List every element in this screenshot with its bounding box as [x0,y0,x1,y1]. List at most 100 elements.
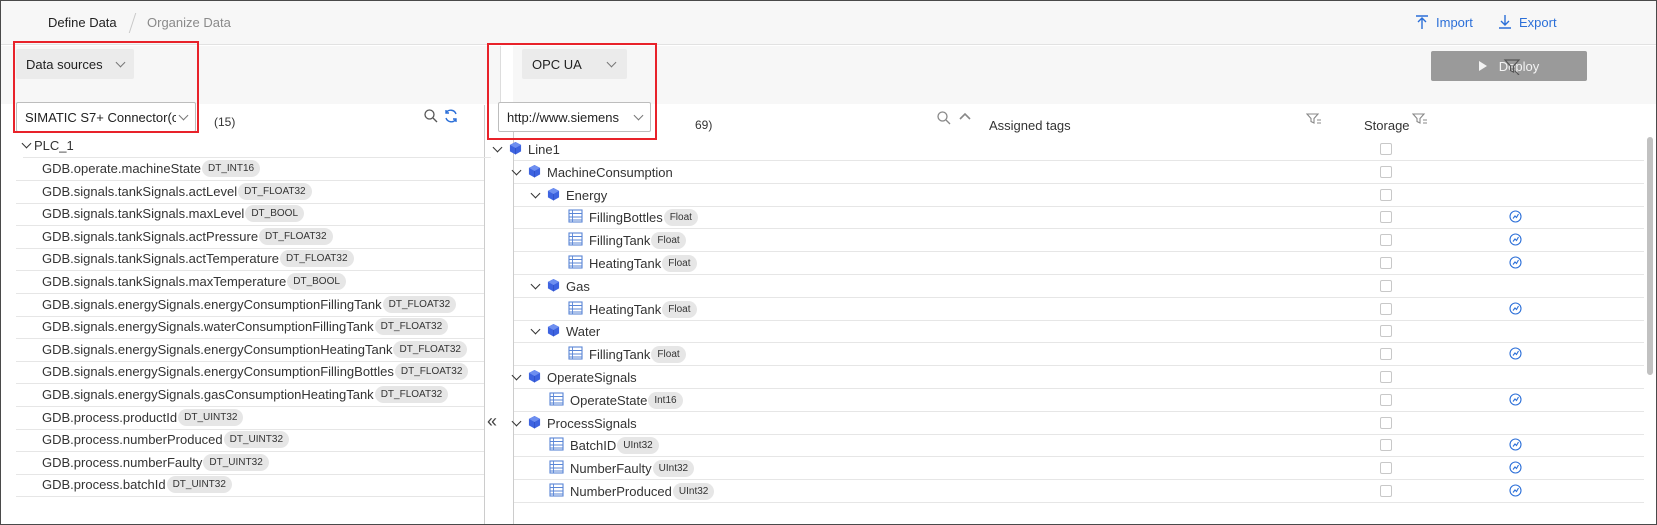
export-button[interactable]: Export [1497,14,1557,30]
import-button[interactable]: Import [1414,14,1473,30]
storage-checkbox[interactable] [1380,416,1392,429]
storage-status-icon[interactable] [1509,302,1522,315]
tree-node-tag[interactable]: FillingBottles Float [514,205,1644,230]
data-type-badge: DT_UINT32 [203,453,269,471]
tree-node-tag[interactable]: NumberProduced UInt32 [514,479,1644,503]
storage-checkbox[interactable] [1380,462,1392,475]
storage-checkbox[interactable] [1380,257,1392,269]
collapse-panel-icon[interactable]: « [487,411,497,432]
data-type-badge: DT_UINT32 [166,476,232,494]
storage-status-icon[interactable] [1509,438,1522,451]
top-navigation: Define Data Organize Data Import Export [1,1,1656,45]
tag-name: GDB.process.batchId [42,477,166,493]
storage-checkbox[interactable] [1380,302,1392,315]
storage-status-icon[interactable] [1509,484,1522,497]
list-item[interactable]: GDB.signals.energySignals.energyConsumpt… [16,360,484,385]
object-icon [547,323,566,340]
list-item[interactable]: GDB.process.batchId DT_UINT32 [16,473,484,498]
tag-name: GDB.signals.energySignals.waterConsumpti… [42,319,374,335]
refresh-icon[interactable] [443,108,459,124]
tag-name: GDB.signals.tankSignals.maxLevel [42,206,245,222]
storage-status-icon[interactable] [1509,233,1522,246]
tree-node-object[interactable]: OperateSignals [511,365,1644,389]
list-item[interactable]: GDB.operate.machineState DT_INT16 [16,157,484,181]
filter-icon[interactable] [1503,57,1521,75]
storage-status-icon[interactable] [1509,210,1522,223]
tab-organize-data[interactable]: Organize Data [147,15,231,30]
list-item[interactable]: GDB.signals.tankSignals.actPressure DT_FL… [16,225,484,249]
storage-checkbox[interactable] [1380,348,1392,361]
list-item[interactable]: GDB.signals.tankSignals.actTemperature DT… [16,247,484,272]
storage-checkbox[interactable] [1380,188,1392,201]
storage-checkbox[interactable] [1380,234,1392,247]
caret-down-icon[interactable] [530,279,541,290]
data-sources-dropdown[interactable]: Data sources [16,49,134,79]
tree-node-tag[interactable]: BatchID UInt32 [514,433,1644,458]
protocol-dropdown[interactable]: OPC UA [522,49,627,79]
tree-node-tag[interactable]: OperateState Int16 [514,388,1644,412]
node-label: HeatingTank [589,301,662,317]
tree-node-object[interactable]: Water [514,319,1644,344]
list-item[interactable]: GDB.signals.energySignals.energyConsumpt… [16,338,484,362]
storage-checkbox[interactable] [1380,143,1392,155]
caret-down-icon[interactable] [530,188,541,199]
storage-checkbox[interactable] [1380,439,1392,452]
storage-checkbox[interactable] [1380,485,1392,497]
list-item[interactable]: GDB.signals.energySignals.energyConsumpt… [16,293,484,317]
storage-status-icon[interactable] [1509,256,1522,269]
tree-node-tag[interactable]: FillingTank Float [514,228,1644,253]
search-icon[interactable] [936,110,952,126]
tag-icon [568,232,589,249]
chevron-up-icon[interactable] [957,109,973,125]
storage-checkbox[interactable] [1380,211,1392,224]
tree-node-tag[interactable]: NumberFaulty UInt32 [514,456,1644,481]
caret-down-icon[interactable] [511,165,522,176]
tree-node-tag[interactable]: HeatingTank Float [514,297,1644,321]
list-item[interactable]: GDB.signals.energySignals.waterConsumpti… [16,315,484,340]
data-type-badge: DT_FLOAT32 [374,386,449,403]
tag-name: GDB.process.productId [42,409,178,425]
object-icon [528,369,547,386]
filter-icon[interactable] [1412,111,1428,127]
storage-checkbox[interactable] [1380,371,1392,383]
list-item[interactable]: GDB.signals.tankSignals.maxLevel DT_BOOL [16,202,484,227]
filter-icon[interactable] [1306,111,1322,127]
tag-name: GDB.signals.energySignals.energyConsumpt… [42,364,394,380]
storage-status-icon[interactable] [1509,347,1522,360]
list-item[interactable]: GDB.signals.tankSignals.actLevel DT_FLOAT… [16,180,484,204]
tree-node-object[interactable]: Gas [514,274,1644,298]
data-type-badge: Float [663,209,698,227]
list-item[interactable]: GDB.process.numberProduced DT_UINT32 [16,428,484,453]
tag-name: GDB.signals.tankSignals.actLevel [42,183,238,199]
storage-checkbox[interactable] [1380,165,1392,178]
caret-down-icon[interactable] [511,416,522,427]
data-type-badge: UInt32 [617,437,659,455]
storage-checkbox[interactable] [1380,325,1392,338]
tree-node-tag[interactable]: HeatingTank Float [514,251,1644,275]
list-item[interactable]: GDB.signals.energySignals.gasConsumption… [16,383,484,407]
search-icon[interactable] [423,108,439,124]
connector-select[interactable]: SIMATIC S7+ Connector(c [16,102,196,132]
scrollbar[interactable] [1647,137,1653,375]
list-item[interactable]: GDB.process.numberFaulty DT_UINT32 [16,451,484,475]
storage-checkbox[interactable] [1380,393,1392,406]
tree-node-object[interactable]: Line1 [492,137,1644,161]
caret-down-icon[interactable] [492,142,503,153]
tree-node-object[interactable]: MachineConsumption [511,160,1644,184]
storage-status-icon[interactable] [1509,393,1522,406]
storage-status-icon[interactable] [1509,461,1522,474]
tree-node-tag[interactable]: FillingTank Float [514,342,1644,367]
caret-down-icon[interactable] [511,370,522,381]
list-item[interactable]: GDB.signals.tankSignals.maxTemperature DT… [16,270,484,294]
storage-checkbox[interactable] [1380,279,1392,292]
namespace-select[interactable]: http://www.siemens [498,102,651,132]
tree-root-plc[interactable]: PLC_1 [21,134,491,158]
caret-down-icon[interactable] [530,324,541,335]
data-type-badge: DT_FLOAT32 [374,318,449,336]
list-item[interactable]: GDB.process.productId DT_UINT32 [16,406,484,430]
tab-separator [128,13,137,33]
node-label: NumberFaulty [570,461,652,477]
tree-node-object[interactable]: ProcessSignals [511,411,1644,435]
tab-define-data[interactable]: Define Data [48,15,117,30]
tree-node-object[interactable]: Energy [514,183,1644,207]
